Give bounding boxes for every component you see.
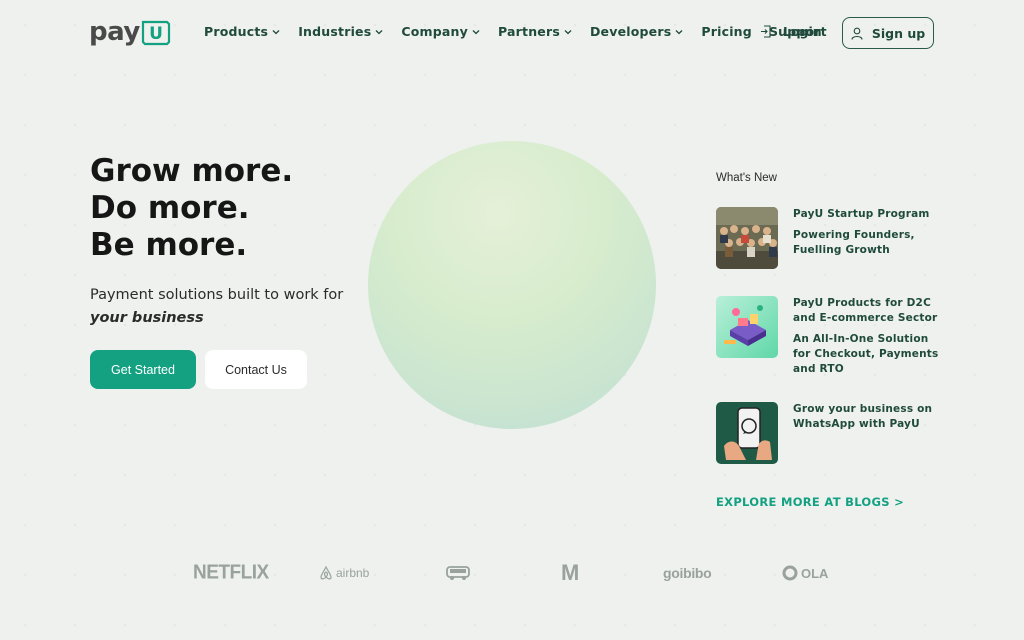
netflix-logo: NETFLIX	[193, 561, 269, 584]
nav-products[interactable]: Products	[204, 24, 281, 39]
bus-icon	[446, 566, 470, 580]
logo-box-text: U	[149, 24, 163, 44]
contact-us-button[interactable]: Contact Us	[205, 350, 307, 389]
airbnb-logo: airbnb	[318, 562, 369, 584]
chevron-down-icon	[564, 29, 572, 34]
hero-title-line-3: Be more.	[90, 227, 248, 263]
hero-title-line-2: Do more.	[90, 190, 250, 226]
hero-subtitle: Payment solutions built to work for your…	[90, 284, 350, 330]
news-item-text: PayU Products for D2C and E-commerce Sec…	[793, 296, 943, 377]
ola-logo-text: OLA	[801, 565, 829, 581]
ecommerce-illustration-icon	[716, 296, 778, 358]
nav-partners[interactable]: Partners	[498, 24, 573, 39]
login-link[interactable]: Login	[760, 24, 822, 39]
news-item-subtitle: An All-In-One Solution for Checkout, Pay…	[793, 333, 939, 375]
payu-logo[interactable]: pay U	[89, 16, 171, 48]
news-item-text: Grow your business on WhatsApp with PayU	[793, 402, 943, 432]
site-header: pay U Products Industries Company Partne…	[0, 0, 1024, 64]
signup-button[interactable]: Sign up	[842, 17, 934, 49]
news-item-text: PayU Startup Program Powering Founders, …	[793, 207, 943, 258]
nav-pricing[interactable]: Pricing	[701, 24, 752, 39]
goibibo-logo-text: goibibo	[663, 565, 712, 581]
signup-label: Sign up	[871, 25, 926, 41]
team-photo-icon	[716, 207, 778, 269]
chevron-down-icon	[472, 29, 480, 34]
main-nav: Products Industries Company Partners Dev…	[204, 24, 844, 39]
ola-logo: OLA	[782, 562, 828, 584]
chevron-down-icon	[675, 29, 683, 34]
logo-text: pay	[89, 17, 140, 47]
whats-new-title: What's New	[716, 172, 777, 184]
news-item-d2c[interactable]: PayU Products for D2C and E-commerce Sec…	[716, 296, 946, 376]
user-icon	[851, 27, 863, 40]
hero-title: Grow more. Do more. Be more.	[90, 153, 293, 264]
news-item-startup[interactable]: PayU Startup Program Powering Founders, …	[716, 207, 946, 271]
airbnb-icon	[320, 565, 332, 580]
news-item-title: PayU Products for D2C and E-commerce Sec…	[793, 297, 938, 324]
bus-logo	[446, 562, 470, 584]
hero-subtitle-prefix: Payment solutions built to work for	[90, 287, 344, 303]
whatsapp-phone-icon	[716, 402, 778, 464]
logo-u-box: U	[141, 18, 171, 46]
hero-title-line-1: Grow more.	[90, 153, 294, 189]
nav-industries[interactable]: Industries	[298, 24, 384, 39]
netflix-logo-text: NETFLIX	[193, 561, 269, 584]
nav-developers-label: Developers	[589, 24, 672, 39]
news-item-subtitle: Powering Founders, Fuelling Growth	[793, 229, 915, 256]
nav-products-label: Products	[204, 24, 269, 39]
get-started-button[interactable]: Get Started	[90, 350, 196, 389]
airbnb-logo-text: airbnb	[336, 566, 370, 580]
goibibo-logo: goibibo	[663, 562, 712, 584]
hero-subtitle-emphasis: your business	[90, 310, 204, 326]
login-icon	[761, 25, 771, 38]
nav-pricing-label: Pricing	[701, 24, 752, 39]
explore-blogs-link[interactable]: EXPLORE MORE AT BLOGS >	[716, 495, 904, 509]
nav-developers[interactable]: Developers	[590, 24, 684, 39]
ola-icon	[782, 565, 798, 581]
nav-company-label: Company	[401, 24, 468, 39]
nav-partners-label: Partners	[498, 24, 560, 39]
chevron-down-icon	[375, 29, 383, 34]
myntra-logo-text: M	[561, 560, 580, 585]
login-label: Login	[783, 24, 822, 39]
news-item-whatsapp[interactable]: Grow your business on WhatsApp with PayU	[716, 402, 946, 464]
news-item-title: PayU Startup Program	[793, 208, 930, 220]
nav-company[interactable]: Company	[401, 24, 481, 39]
hero-gradient-orb	[368, 141, 656, 429]
nav-industries-label: Industries	[298, 24, 372, 39]
news-item-title: Grow your business on WhatsApp with PayU	[793, 403, 933, 430]
chevron-down-icon	[272, 29, 280, 34]
myntra-logo: M	[561, 560, 580, 585]
